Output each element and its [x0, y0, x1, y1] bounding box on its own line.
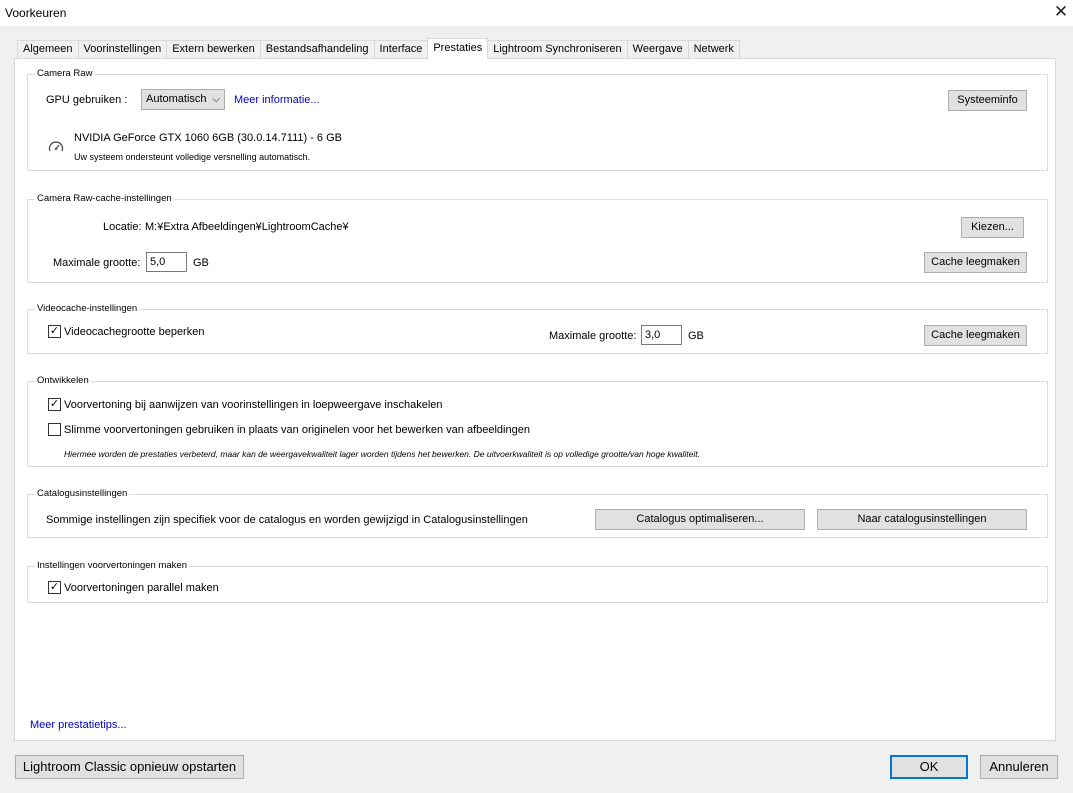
title-bar	[0, 0, 1073, 26]
tab-lightroom-synchroniseren[interactable]: Lightroom Synchroniseren	[487, 40, 628, 59]
gpu-select-value: Automatisch	[146, 93, 207, 105]
preset-hover-preview-label: Voorvertoning bij aanwijzen van voorinst…	[64, 399, 443, 411]
close-icon[interactable]: ✕	[1048, 0, 1073, 26]
smart-previews-label: Slimme voorvertoningen gebruiken in plaa…	[64, 424, 530, 436]
cancel-button[interactable]: Annuleren	[980, 755, 1058, 779]
window-title: Voorkeuren	[5, 6, 67, 20]
tab-voorinstellingen[interactable]: Voorinstellingen	[77, 40, 168, 59]
catalog-group: Catalogusinstellingen Sommige instelling…	[27, 488, 1048, 538]
camera-raw-group: Camera Raw GPU gebruiken : Automatisch ⌵…	[27, 68, 1048, 171]
video-cache-legend: Videocache-instellingen	[35, 303, 140, 315]
previews-group: Instellingen voorvertoningen maken ✓ Voo…	[27, 560, 1048, 603]
choose-location-button[interactable]: Kiezen...	[961, 217, 1024, 238]
video-cache-limit-checkbox[interactable]: ✓	[48, 325, 61, 338]
video-max-size-input[interactable]: 3,0	[641, 325, 682, 345]
preset-hover-preview-checkbox[interactable]: ✓	[48, 398, 61, 411]
speedometer-icon	[48, 141, 64, 152]
location-value: M:¥Extra Afbeeldingen¥LightroomCache¥	[145, 221, 349, 233]
more-info-link[interactable]: Meer informatie...	[234, 94, 320, 106]
tab-strip: Algemeen Voorinstellingen Extern bewerke…	[17, 38, 740, 59]
previews-legend: Instellingen voorvertoningen maken	[35, 560, 189, 572]
video-cache-limit-label: Videocachegrootte beperken	[64, 326, 205, 338]
tab-algemeen[interactable]: Algemeen	[17, 40, 79, 59]
parallel-previews-label: Voorvertoningen parallel maken	[64, 582, 219, 594]
camera-raw-legend: Camera Raw	[35, 68, 95, 80]
system-info-button[interactable]: Systeeminfo	[948, 90, 1027, 111]
restart-lightroom-button[interactable]: Lightroom Classic opnieuw opstarten	[15, 755, 244, 779]
goto-catalog-settings-button[interactable]: Naar catalogusinstellingen	[817, 509, 1027, 530]
tab-prestaties[interactable]: Prestaties	[427, 38, 489, 59]
tab-interface[interactable]: Interface	[373, 40, 429, 59]
cache-max-size-input[interactable]: 5,0	[146, 252, 187, 272]
video-cache-unit: GB	[688, 330, 704, 342]
location-label: Locatie:	[103, 221, 142, 233]
chevron-down-icon: ⌵	[212, 94, 220, 105]
catalog-text: Sommige instellingen zijn specifiek voor…	[46, 514, 528, 526]
camera-raw-cache-group: Camera Raw-cache-instellingen Locatie: M…	[27, 193, 1048, 283]
smart-previews-checkbox[interactable]	[48, 423, 61, 436]
gpu-select[interactable]: Automatisch ⌵	[141, 89, 225, 110]
cache-unit: GB	[193, 257, 209, 269]
gpu-label: GPU gebruiken :	[46, 94, 128, 106]
gpu-status: Uw systeem ondersteunt volledige versnel…	[74, 152, 311, 162]
performance-tips-link[interactable]: Meer prestatietips...	[30, 719, 127, 731]
video-cache-group: Videocache-instellingen ✓ Videocachegroo…	[27, 303, 1048, 354]
develop-legend: Ontwikkelen	[35, 375, 91, 387]
video-max-size-label: Maximale grootte:	[549, 330, 637, 342]
parallel-previews-checkbox[interactable]: ✓	[48, 581, 61, 594]
optimize-catalog-button[interactable]: Catalogus optimaliseren...	[595, 509, 805, 530]
tab-bestandsafhandeling[interactable]: Bestandsafhandeling	[259, 40, 375, 59]
tab-extern-bewerken[interactable]: Extern bewerken	[166, 40, 261, 59]
video-cache-purge-button[interactable]: Cache leegmaken	[924, 325, 1027, 346]
cache-max-size-label: Maximale grootte:	[53, 257, 141, 269]
tab-weergave[interactable]: Weergave	[626, 40, 689, 59]
tab-netwerk[interactable]: Netwerk	[687, 40, 740, 59]
ok-button[interactable]: OK	[890, 755, 968, 779]
cache-legend: Camera Raw-cache-instellingen	[35, 193, 174, 205]
cache-purge-button[interactable]: Cache leegmaken	[924, 252, 1027, 273]
develop-note: Hiermee worden de prestaties verbeterd, …	[64, 449, 700, 459]
gpu-name: NVIDIA GeForce GTX 1060 6GB (30.0.14.711…	[74, 132, 342, 144]
catalog-legend: Catalogusinstellingen	[35, 488, 130, 500]
tab-panel: Camera Raw GPU gebruiken : Automatisch ⌵…	[14, 58, 1056, 741]
develop-group: Ontwikkelen ✓ Voorvertoning bij aanwijze…	[27, 375, 1048, 467]
